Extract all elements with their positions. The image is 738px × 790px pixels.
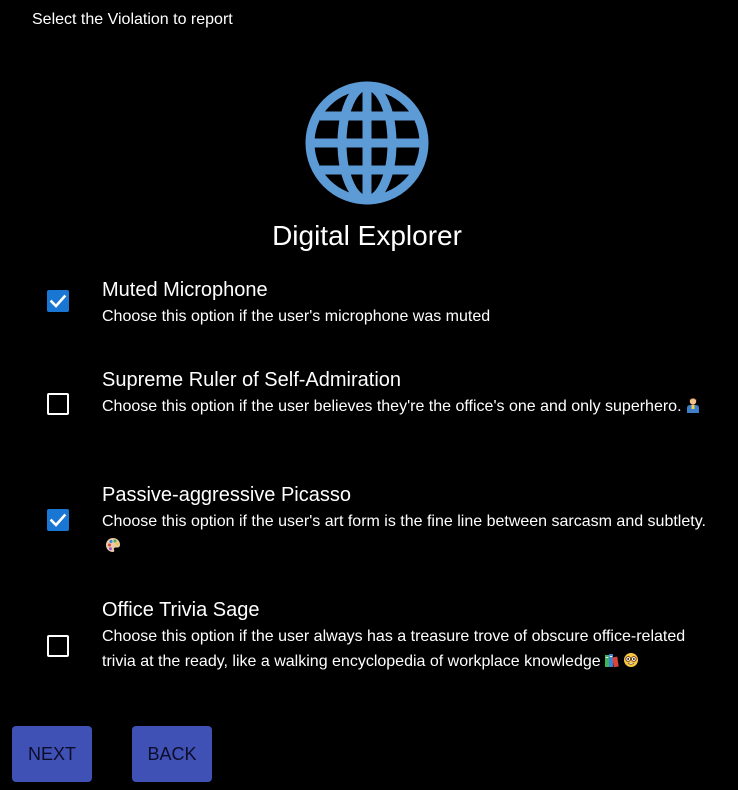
checkmark-icon bbox=[49, 513, 67, 527]
page-prompt: Select the Violation to report bbox=[32, 11, 233, 28]
option-description: Choose this option if the user always ha… bbox=[102, 628, 686, 670]
option-title: Passive-aggressive Picasso bbox=[102, 484, 351, 506]
option-description: Choose this option if the user's art for… bbox=[102, 509, 708, 559]
books-emoji bbox=[604, 651, 620, 668]
option-description: Choose this option if the user's microph… bbox=[102, 308, 491, 325]
profile-name: Digital Explorer bbox=[272, 220, 462, 251]
violation-report-page: Select the Violation to report Digital E… bbox=[0, 0, 738, 790]
checkbox-passive-aggressive-picasso[interactable] bbox=[47, 509, 69, 531]
option-passive-aggressive-picasso[interactable]: Passive-aggressive Picasso Choose this o… bbox=[0, 483, 738, 563]
back-button[interactable]: BACK bbox=[132, 726, 212, 782]
option-title: Office Trivia Sage bbox=[102, 599, 260, 621]
option-description: Choose this option if the user believes … bbox=[102, 394, 708, 419]
artist-palette-emoji bbox=[105, 536, 121, 552]
superhero-emoji bbox=[685, 396, 701, 413]
checkbox-office-trivia-sage[interactable] bbox=[47, 635, 69, 657]
globe-icon bbox=[304, 80, 430, 206]
option-office-trivia-sage[interactable]: Office Trivia Sage Choose this option if… bbox=[0, 598, 738, 703]
checkbox-muted-microphone[interactable] bbox=[47, 290, 69, 312]
next-button[interactable]: NEXT bbox=[12, 726, 92, 782]
checkbox-supreme-ruler[interactable] bbox=[47, 393, 69, 415]
option-title: Supreme Ruler of Self-Admiration bbox=[102, 369, 402, 391]
option-supreme-ruler[interactable]: Supreme Ruler of Self-Admiration Choose … bbox=[0, 368, 738, 448]
checkmark-icon bbox=[49, 294, 67, 308]
option-title: Muted Microphone bbox=[102, 279, 268, 301]
option-muted-microphone[interactable]: Muted Microphone Choose this option if t… bbox=[0, 278, 738, 330]
nerd-face-emoji bbox=[623, 651, 639, 667]
